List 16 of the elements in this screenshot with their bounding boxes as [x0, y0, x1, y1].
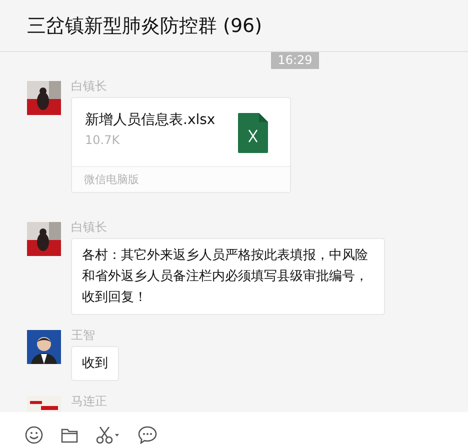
chat-bubble-icon[interactable]: [138, 426, 157, 444]
message-bubble: 收到: [71, 346, 119, 381]
window-title: 三岔镇新型肺炎防控群 (96): [27, 14, 262, 38]
sender-name: 马连正: [71, 394, 107, 409]
scissors-icon[interactable]: [96, 426, 120, 444]
spreadsheet-file-icon: [238, 113, 268, 153]
timestamp: 16:29: [270, 52, 320, 69]
message-bubble: 各村：其它外来返乡人员严格按此表填报，中风险和省外返乡人员备注栏内必须填写县级审批编号，收到回复！: [71, 238, 385, 315]
sender-name: 白镇长: [71, 220, 107, 235]
file-name: 新增人员信息表.xlsx: [85, 111, 216, 130]
sender-name: 白镇长: [71, 79, 107, 94]
source-label: 微信电脑版: [72, 166, 290, 192]
emoji-icon[interactable]: [25, 426, 43, 444]
file-size: 10.7K: [85, 133, 121, 147]
folder-icon[interactable]: [61, 428, 78, 442]
sender-name: 王智: [71, 328, 95, 343]
